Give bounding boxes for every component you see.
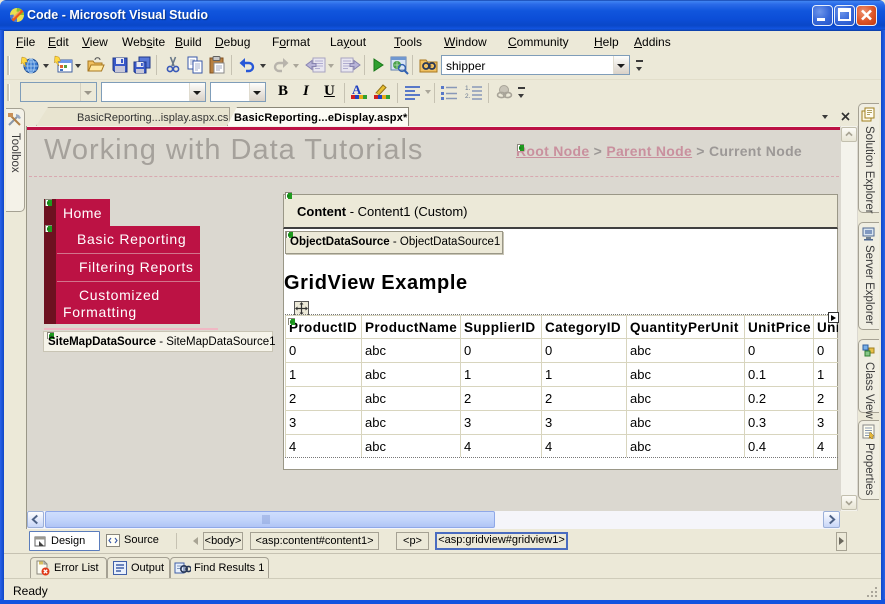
svg-text:2.: 2. [465,93,471,100]
svg-text:A: A [352,83,362,97]
svg-text:1.: 1. [465,85,471,92]
